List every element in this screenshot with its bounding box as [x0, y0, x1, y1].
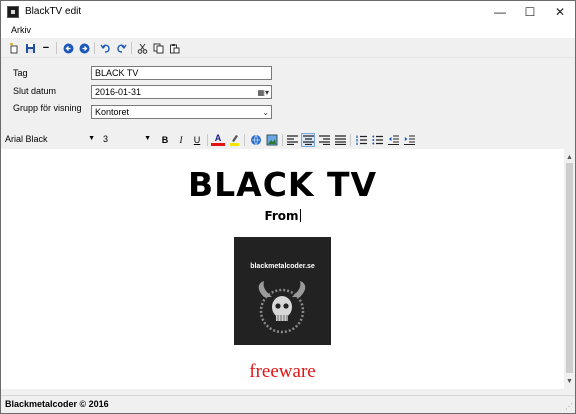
from-text: From [264, 209, 299, 223]
maximize-button[interactable]: ☐ [515, 1, 545, 23]
copy-icon[interactable] [151, 41, 165, 55]
tag-label: Tag [13, 68, 28, 78]
status-bar: Blackmetalcoder © 2016 ⋰ [1, 395, 575, 413]
toolbar-separator [94, 42, 95, 54]
save-icon[interactable] [23, 41, 37, 55]
properties-form: Tag BLACK TV Slut datum 2016-01-31 ▦▾ Gr… [1, 59, 575, 129]
grupp-label: Grupp för visning [13, 103, 82, 113]
format-toolbar: Arial Black ▼ 3 ▼ B I U A [1, 131, 575, 149]
toolbar-separator [56, 42, 57, 54]
blackmetalcoder-logo-image[interactable]: blackmetalcoder.se [234, 237, 331, 345]
italic-button[interactable]: I [174, 133, 188, 147]
edit-window: BlackTV edit — ☐ ✕ Arkiv − Tag BLACK TV … [0, 0, 576, 414]
align-left-icon[interactable] [285, 133, 299, 147]
image-icon[interactable] [265, 133, 279, 147]
chevron-down-icon[interactable]: ⌄ [262, 107, 269, 118]
document-heading: BLACK TV [187, 165, 378, 204]
numbered-list-icon[interactable] [354, 133, 368, 147]
cut-icon[interactable] [135, 41, 149, 55]
scroll-up-icon[interactable]: ▲ [564, 151, 575, 163]
align-right-icon[interactable] [317, 133, 331, 147]
title-bar: BlackTV edit — ☐ ✕ [1, 1, 575, 23]
link-icon[interactable] [249, 133, 263, 147]
redo-icon[interactable] [114, 41, 128, 55]
toolbar-separator [282, 134, 283, 146]
toolbar-separator [244, 134, 245, 146]
scroll-thumb[interactable] [566, 163, 573, 373]
skull-emblem-icon [258, 281, 306, 334]
toolbar-separator [350, 134, 351, 146]
from-line: From [1, 209, 564, 223]
resize-grip-icon[interactable]: ⋰ [565, 402, 573, 411]
tag-field[interactable]: BLACK TV [91, 66, 272, 80]
menu-arkiv[interactable]: Arkiv [11, 25, 31, 35]
chevron-down-icon: ▼ [88, 135, 95, 142]
grupp-value: Kontoret [95, 107, 130, 117]
bullet-list-icon[interactable] [370, 133, 384, 147]
toolbar-separator [207, 134, 208, 146]
slut-datum-picker[interactable]: 2016-01-31 ▦▾ [91, 85, 272, 99]
calendar-dropdown-icon[interactable]: ▦▾ [257, 87, 269, 98]
app-icon [7, 6, 19, 18]
remove-icon[interactable]: − [39, 41, 53, 55]
close-button[interactable]: ✕ [545, 1, 575, 23]
window-title: BlackTV edit [25, 6, 82, 17]
freeware-text: freeware [249, 361, 316, 382]
font-name-value: Arial Black [5, 134, 48, 144]
copyright-text: Blackmetalcoder © 2016 [5, 399, 109, 409]
grupp-select[interactable]: Kontoret ⌄ [91, 105, 272, 119]
paste-icon[interactable] [167, 41, 181, 55]
font-size-select[interactable]: 3 ▼ [101, 133, 153, 147]
rich-text-editor[interactable]: BLACK TV From blackmetalcoder.se freewar… [1, 149, 564, 389]
underline-button[interactable]: U [190, 133, 204, 147]
slut-datum-label: Slut datum [13, 86, 57, 96]
outdent-icon[interactable] [386, 133, 400, 147]
font-color-button[interactable]: A [211, 133, 225, 146]
scroll-down-icon[interactable]: ▼ [564, 375, 575, 387]
align-center-icon[interactable] [301, 133, 315, 147]
forward-icon[interactable] [77, 41, 91, 55]
chevron-down-icon: ▼ [144, 135, 151, 142]
slut-datum-value: 2016-01-31 [95, 87, 142, 97]
undo-icon[interactable] [98, 41, 112, 55]
toolbar: − [1, 38, 575, 58]
minimize-button[interactable]: — [485, 1, 515, 23]
highlight-icon[interactable] [227, 133, 241, 147]
align-justify-icon[interactable] [333, 133, 347, 147]
indent-icon[interactable] [402, 133, 416, 147]
back-icon[interactable] [61, 41, 75, 55]
text-caret [299, 209, 301, 222]
menu-bar: Arkiv [1, 23, 575, 38]
font-size-value: 3 [103, 134, 109, 144]
vertical-scrollbar[interactable]: ▲ ▼ [564, 149, 575, 389]
toolbar-separator [131, 42, 132, 54]
font-name-select[interactable]: Arial Black ▼ [3, 133, 97, 147]
bold-button[interactable]: B [158, 133, 172, 147]
new-icon[interactable] [7, 41, 21, 55]
